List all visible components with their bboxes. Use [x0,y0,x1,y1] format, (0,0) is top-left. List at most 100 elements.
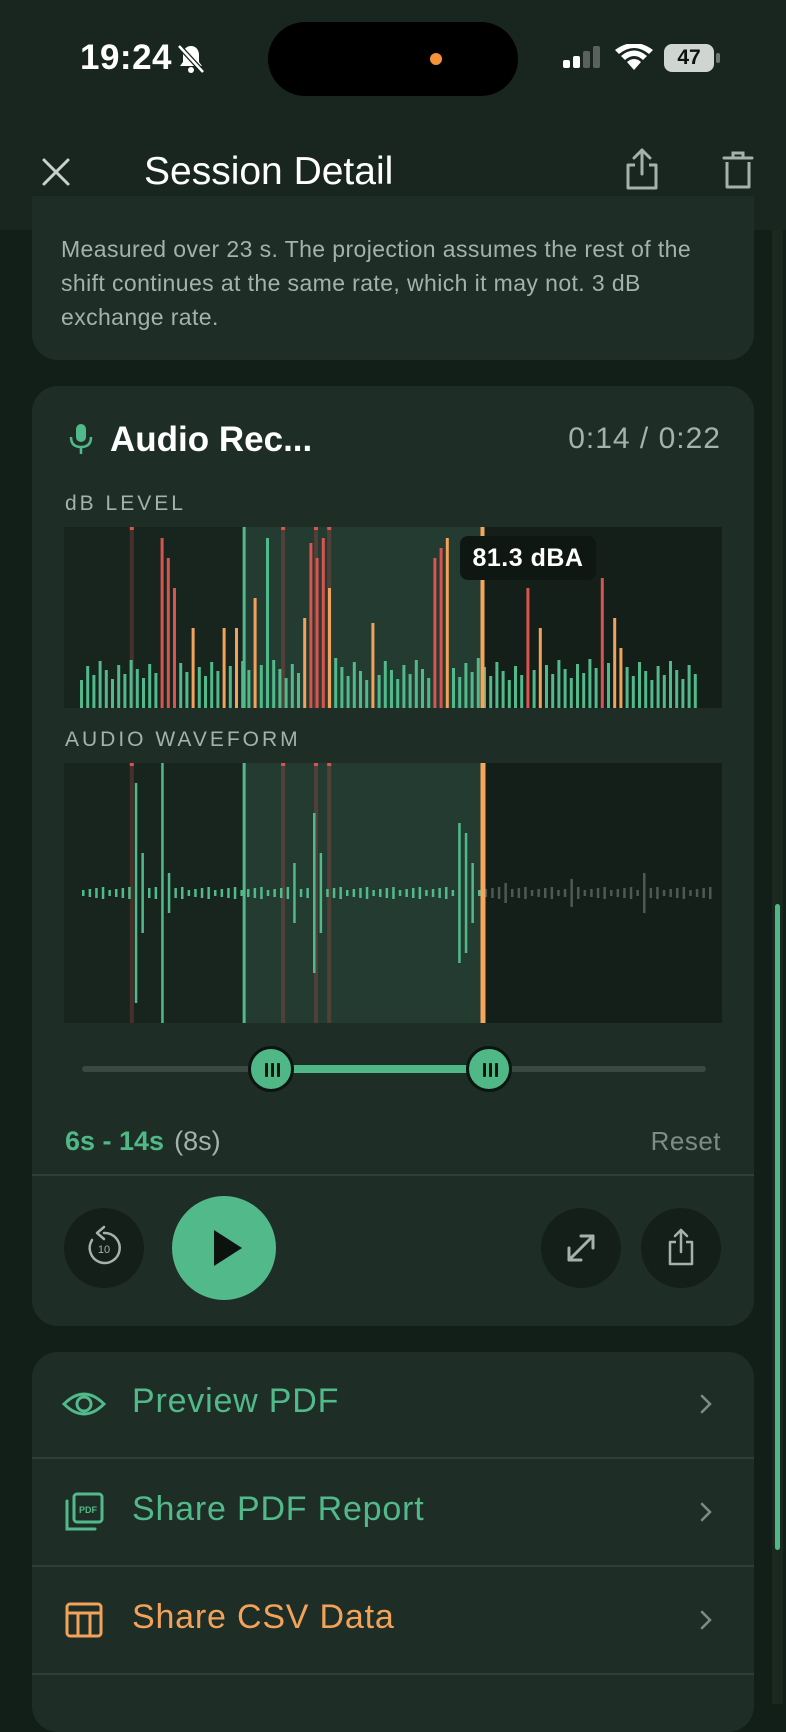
db-bar [675,670,679,708]
db-bar [625,667,629,708]
trim-range-slider[interactable] [82,1046,706,1092]
rewind-10-button[interactable]: 10 [64,1208,144,1288]
db-bar [693,674,697,708]
db-bar [123,674,127,708]
preview-pdf-row[interactable]: Preview PDF [32,1352,754,1459]
db-bar [607,663,610,708]
db-bar [179,663,183,708]
range-end-handle[interactable] [466,1046,512,1092]
close-icon[interactable] [36,152,76,192]
db-bar [247,670,251,708]
db-bar [501,671,505,708]
clip-marker-cap [129,763,134,766]
waveform-sample [247,889,250,897]
waveform-sample [266,890,270,896]
waveform-sample [583,890,587,896]
db-level-chart[interactable] [64,527,722,708]
db-bar [321,538,325,708]
waveform-sample [134,783,138,1003]
db-bar [458,677,462,708]
share-pdf-row[interactable]: PDF Share PDF Report [32,1460,754,1567]
db-bar [173,588,176,708]
waveform-sample [108,890,111,896]
recording-title: Audio Rec... [110,420,313,459]
waveform-sample [682,887,686,899]
status-bar: 19:24 47 [0,0,786,120]
db-bar [532,670,536,708]
expand-icon [567,1234,595,1262]
db-bar [557,660,561,708]
db-bar [445,538,449,708]
clip-marker-cap [314,527,319,530]
db-bar [272,660,276,708]
waveform-sample [273,889,276,897]
waveform-sample [313,813,316,973]
scroll-indicator[interactable] [775,904,780,1550]
waveform-sample [174,888,177,898]
waveform-sample [359,888,362,898]
db-bar [340,667,344,708]
waveform-sample [339,887,342,899]
waveform-sample [194,889,197,897]
reset-button[interactable]: Reset [651,1126,721,1157]
db-bar [514,666,517,708]
waveform-sample [200,888,204,898]
share-audio-button[interactable] [641,1208,721,1288]
db-bar [365,680,369,708]
db-bar [197,667,201,708]
waveform-sample [491,888,494,898]
waveform-sample [220,889,224,897]
play-button[interactable] [172,1196,276,1300]
waveform-sample [148,888,151,898]
audio-waveform-chart[interactable] [64,763,722,1023]
waveform-sample [471,863,474,923]
page-title: Session Detail [144,150,394,193]
waveform-sample [240,890,243,896]
exposure-note: Measured over 23 s. The projection assum… [61,236,692,330]
clip-marker-cap [327,527,332,530]
share-csv-row[interactable]: Share CSV Data [32,1568,754,1675]
waveform-sample [643,873,646,913]
waveform-sample [570,879,573,907]
waveform-sample [623,888,626,898]
microphone-icon [69,424,93,454]
share-icon[interactable] [622,146,662,192]
waveform-sample [550,887,554,899]
waveform-sample [438,888,441,898]
db-bar [315,558,319,708]
db-bar [359,671,362,708]
db-bar [241,661,245,708]
db-bar [551,674,555,708]
db-bar [377,675,381,708]
waveform-sample [161,763,164,1023]
db-bar [594,668,598,708]
waveform-sample [458,823,461,963]
chevron-right-icon [700,1610,712,1630]
db-bar [80,680,83,708]
db-bar [476,658,480,708]
waveform-sample [95,888,98,898]
playhead-line [480,763,486,1023]
db-bar [98,661,102,708]
db-bar [569,678,573,708]
db-bar [489,676,493,708]
waveform-sample [504,883,507,903]
range-start-handle[interactable] [248,1046,294,1092]
waveform-sample [207,887,210,899]
trash-icon[interactable] [722,150,754,190]
cellular-signal-icon [563,46,600,68]
db-bar [582,673,586,708]
db-bar [520,675,524,708]
db-bar [427,678,431,708]
db-bar [166,558,170,708]
expand-button[interactable] [541,1208,621,1288]
waveform-sample [82,890,85,896]
waveform-sample [299,889,303,897]
db-bar [328,588,331,708]
waveform-sample [537,889,540,897]
db-bar [334,658,338,708]
audio-recording-card: Audio Rec... 0:14 / 0:22 dB LEVEL 81.3 d… [32,386,754,1326]
waveform-sample [544,888,547,898]
db-bar [495,662,499,708]
clip-marker-cap [129,527,134,530]
